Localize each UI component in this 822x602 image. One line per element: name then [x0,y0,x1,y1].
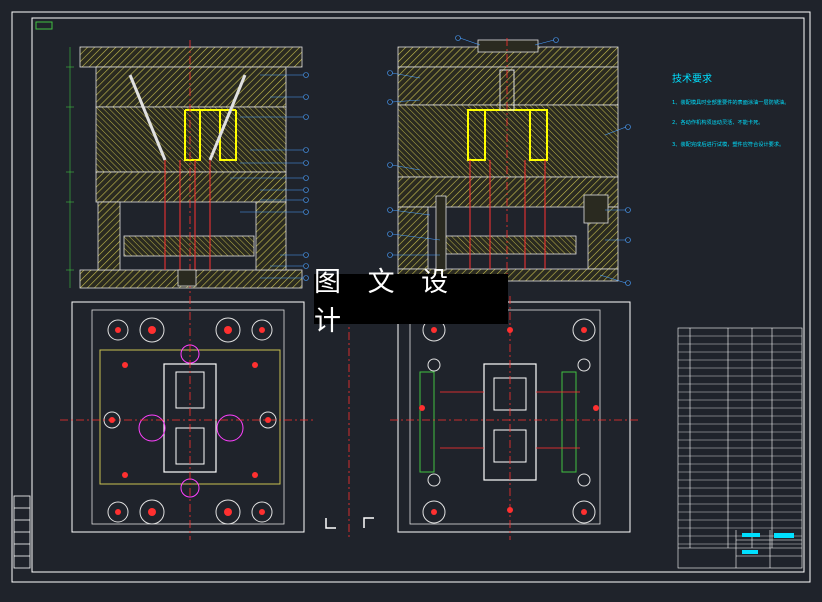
binding-strip [13,495,31,569]
tech-requirement-line-3: 3、装配完成后进行试模，塑件应符合设计要求。 [672,140,784,148]
parts-list-rows [678,335,802,545]
tech-requirement-line-2: 2、各动作机构须运动灵活、不能卡死。 [672,118,764,126]
tech-requirements-title: 技术要求 [672,72,712,85]
moving-half-plan-view [60,296,316,540]
watermark-banner: 图 文 设 计 [314,267,508,337]
side-section-view [387,35,631,290]
title-block [678,530,802,568]
tech-requirement-line-1: 1、装配模具时全部重要件的表面涂油一层防锈油。 [672,98,789,106]
drawing-canvas: 技术要求 1、装配模具时全部重要件的表面涂油一层防锈油。 2、各动作机构须运动灵… [0,0,822,598]
watermark-text: 图 文 设 计 [314,267,458,337]
tech-requirements: 技术要求 1、装配模具时全部重要件的表面涂油一层防锈油。 2、各动作机构须运动灵… [672,72,789,148]
section-corner-marks [325,517,374,529]
front-section-view [66,40,309,295]
